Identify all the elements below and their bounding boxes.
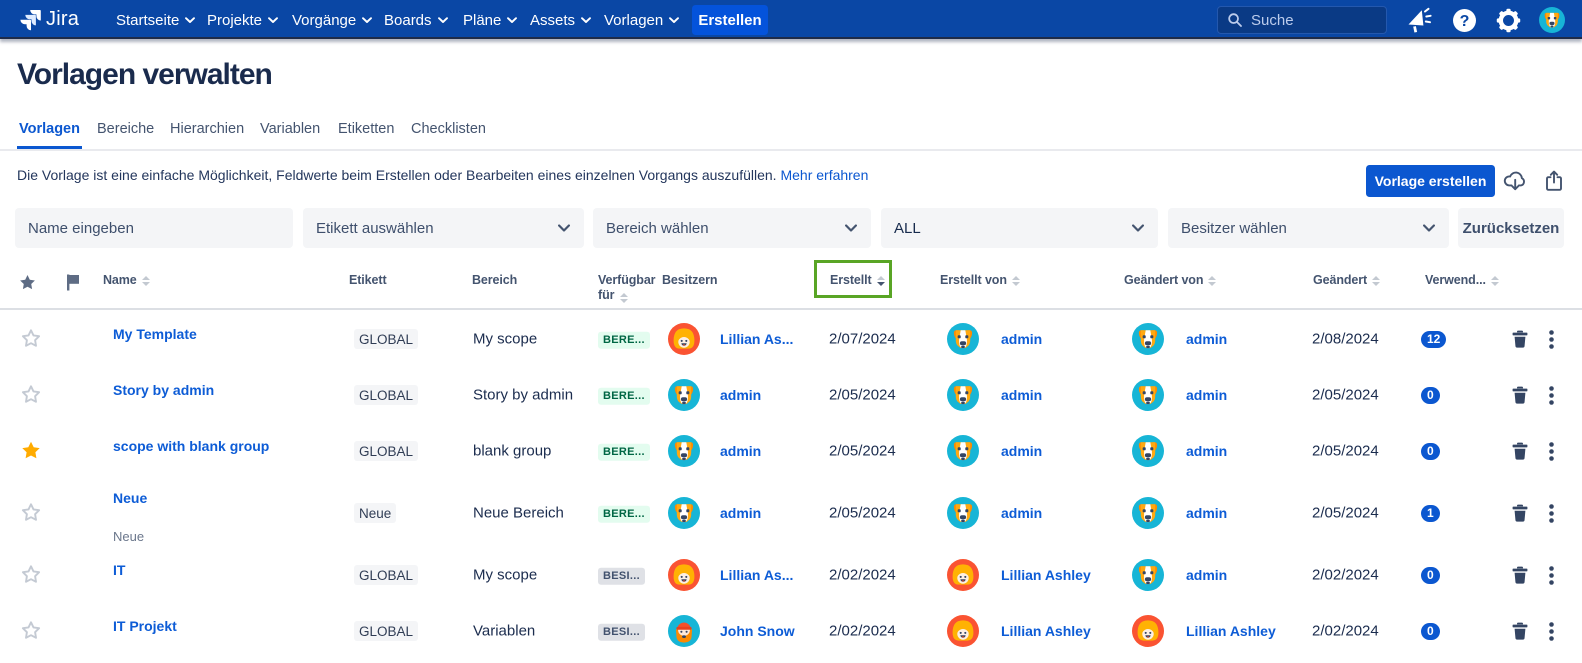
svg-text:?: ? [1459, 13, 1469, 30]
